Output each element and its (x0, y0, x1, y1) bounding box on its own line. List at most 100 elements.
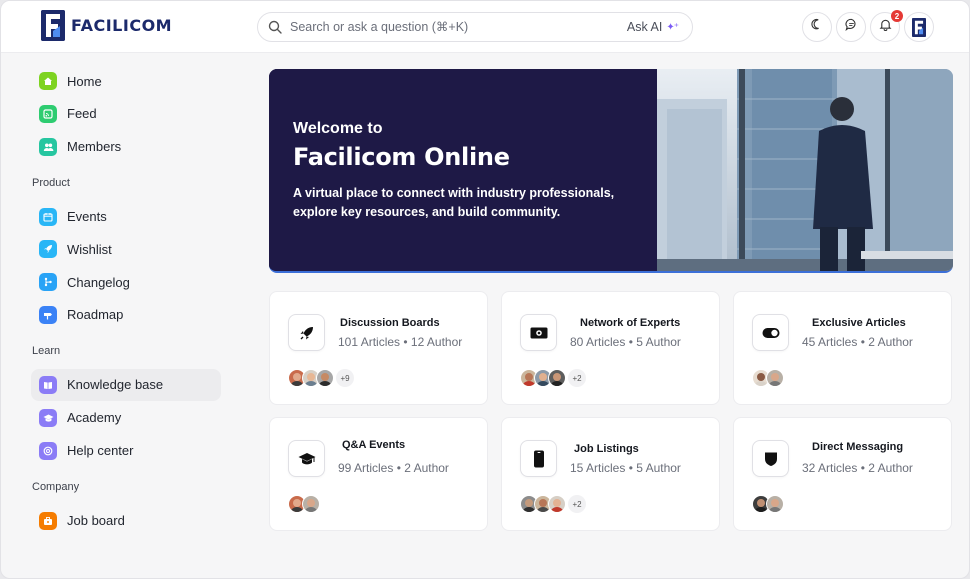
author-avatars: +2 (520, 495, 586, 513)
card-network-of-experts[interactable]: Network of Experts 80 Articles • 5 Autho… (501, 291, 720, 405)
sidebar-section-product: Product (32, 176, 70, 189)
sparkle-icon: ✦⁺ (666, 21, 679, 33)
card-subtitle: 101 Articles • 12 Author (338, 335, 463, 349)
card-subtitle: 45 Articles • 2 Author (802, 335, 913, 349)
card-exclusive-articles[interactable]: Exclusive Articles 45 Articles • 2 Autho… (733, 291, 952, 405)
avatar (766, 495, 784, 513)
sidebar-item-label: Events (67, 209, 107, 225)
sidebar-item-help-center[interactable]: Help center (31, 435, 221, 467)
sidebar-item-roadmap[interactable]: Roadmap (31, 299, 221, 331)
avatar (766, 369, 784, 387)
sidebar-section-company: Company (32, 480, 80, 493)
app-window: FACILICOM Ask AI ✦⁺ 2 (0, 0, 970, 579)
brand-logo[interactable]: FACILICOM (41, 10, 172, 41)
notifications-button[interactable]: 2 (870, 10, 903, 42)
search-input[interactable] (290, 20, 627, 34)
ask-ai-button[interactable]: Ask AI ✦⁺ (626, 20, 679, 34)
graduation-cap-icon (288, 440, 325, 477)
welcome-banner: Welcome to Facilicom Online A virtual pl… (269, 69, 953, 273)
author-avatars: +2 (520, 369, 586, 387)
sidebar-item-label: Home (67, 73, 102, 89)
card-title: Direct Messaging (812, 441, 904, 453)
notification-count-badge: 2 (891, 10, 903, 22)
sidebar-item-wishlist[interactable]: Wishlist (31, 233, 221, 265)
toggle-icon (752, 314, 789, 351)
sidebar-item-changelog[interactable]: Changelog (31, 266, 221, 298)
sidebar-item-label: Feed (67, 106, 97, 122)
more-authors-count: +2 (568, 495, 586, 513)
signpost-icon (39, 305, 57, 324)
user-avatar-button[interactable] (904, 12, 934, 42)
sidebar-item-label: Changelog (67, 274, 130, 290)
card-title: Network of Experts (580, 317, 681, 329)
rss-icon (39, 104, 57, 123)
card-subtitle: 32 Articles • 2 Author (802, 461, 913, 475)
sidebar-section-learn: Learn (32, 344, 61, 357)
brand-name: FACILICOM (71, 16, 173, 35)
author-avatars (288, 495, 320, 513)
users-icon (39, 137, 57, 156)
avatar (548, 369, 566, 387)
search-icon (268, 20, 282, 34)
sidebar-nav: Home Feed Members Product Events Wishlis… (31, 65, 221, 537)
book-icon (39, 375, 57, 394)
card-subtitle: 15 Articles • 5 Author (570, 461, 681, 475)
search-bar[interactable]: Ask AI ✦⁺ (257, 12, 693, 42)
sidebar-item-label: Wishlist (67, 241, 112, 257)
home-icon (39, 72, 57, 90)
author-avatars: +9 (288, 369, 354, 387)
sidebar-item-knowledge-base[interactable]: Knowledge base (31, 368, 221, 401)
banknote-icon (520, 314, 557, 351)
sidebar-item-label: Members (67, 139, 122, 155)
top-header: FACILICOM Ask AI ✦⁺ 2 (1, 1, 969, 53)
sidebar-item-label: Job board (67, 513, 125, 529)
bell-icon (879, 18, 892, 36)
avatar (548, 495, 566, 513)
briefcase-icon (39, 511, 57, 530)
logo-mark-icon (41, 10, 65, 41)
sidebar-item-job-board[interactable]: Job board (31, 505, 221, 537)
avatar (912, 17, 926, 37)
banner-description: A virtual place to connect with industry… (293, 186, 615, 219)
author-avatars (752, 495, 784, 513)
shield-icon (752, 440, 789, 477)
lifebuoy-icon (39, 441, 57, 460)
card-title: Exclusive Articles (812, 317, 906, 329)
rocket-icon (39, 240, 57, 259)
sidebar-item-events[interactable]: Events (31, 201, 221, 233)
phone-icon (520, 440, 557, 477)
banner-kicker: Welcome to (293, 120, 383, 137)
card-subtitle: 80 Articles • 5 Author (570, 335, 681, 349)
sidebar-item-label: Help center (67, 443, 134, 459)
sidebar-item-members[interactable]: Members (31, 131, 221, 163)
card-qa-events[interactable]: Q&A Events 99 Articles • 2 Author (269, 417, 488, 531)
rocket-icon (288, 314, 325, 351)
sidebar-item-label: Knowledge base (67, 377, 164, 393)
moon-icon (810, 18, 824, 36)
calendar-icon (39, 207, 57, 226)
graduation-cap-icon (39, 408, 57, 427)
banner-title: Facilicom Online (293, 143, 510, 171)
more-authors-count: +2 (568, 369, 586, 387)
author-avatars (752, 369, 784, 387)
branch-icon (39, 273, 57, 292)
sidebar-item-academy[interactable]: Academy (31, 402, 221, 434)
avatar (316, 369, 334, 387)
theme-toggle-button[interactable] (802, 12, 832, 42)
card-job-listings[interactable]: Job Listings 15 Articles • 5 Author +2 (501, 417, 720, 531)
sidebar-item-home[interactable]: Home (31, 65, 221, 97)
banner-photo (657, 69, 953, 271)
sidebar-item-label: Academy (67, 410, 122, 426)
ask-ai-label: Ask AI (626, 20, 663, 34)
chat-bubble-icon (844, 18, 858, 36)
card-title: Discussion Boards (340, 317, 440, 329)
sidebar-item-feed[interactable]: Feed (31, 98, 221, 130)
card-title: Q&A Events (342, 439, 406, 451)
more-authors-count: +9 (336, 369, 354, 387)
messages-button[interactable] (836, 12, 866, 42)
avatar (302, 495, 320, 513)
card-direct-messaging[interactable]: Direct Messaging 32 Articles • 2 Author (733, 417, 952, 531)
card-discussion-boards[interactable]: Discussion Boards 101 Articles • 12 Auth… (269, 291, 488, 405)
sidebar-item-label: Roadmap (67, 307, 124, 323)
card-subtitle: 99 Articles • 2 Author (338, 461, 449, 475)
